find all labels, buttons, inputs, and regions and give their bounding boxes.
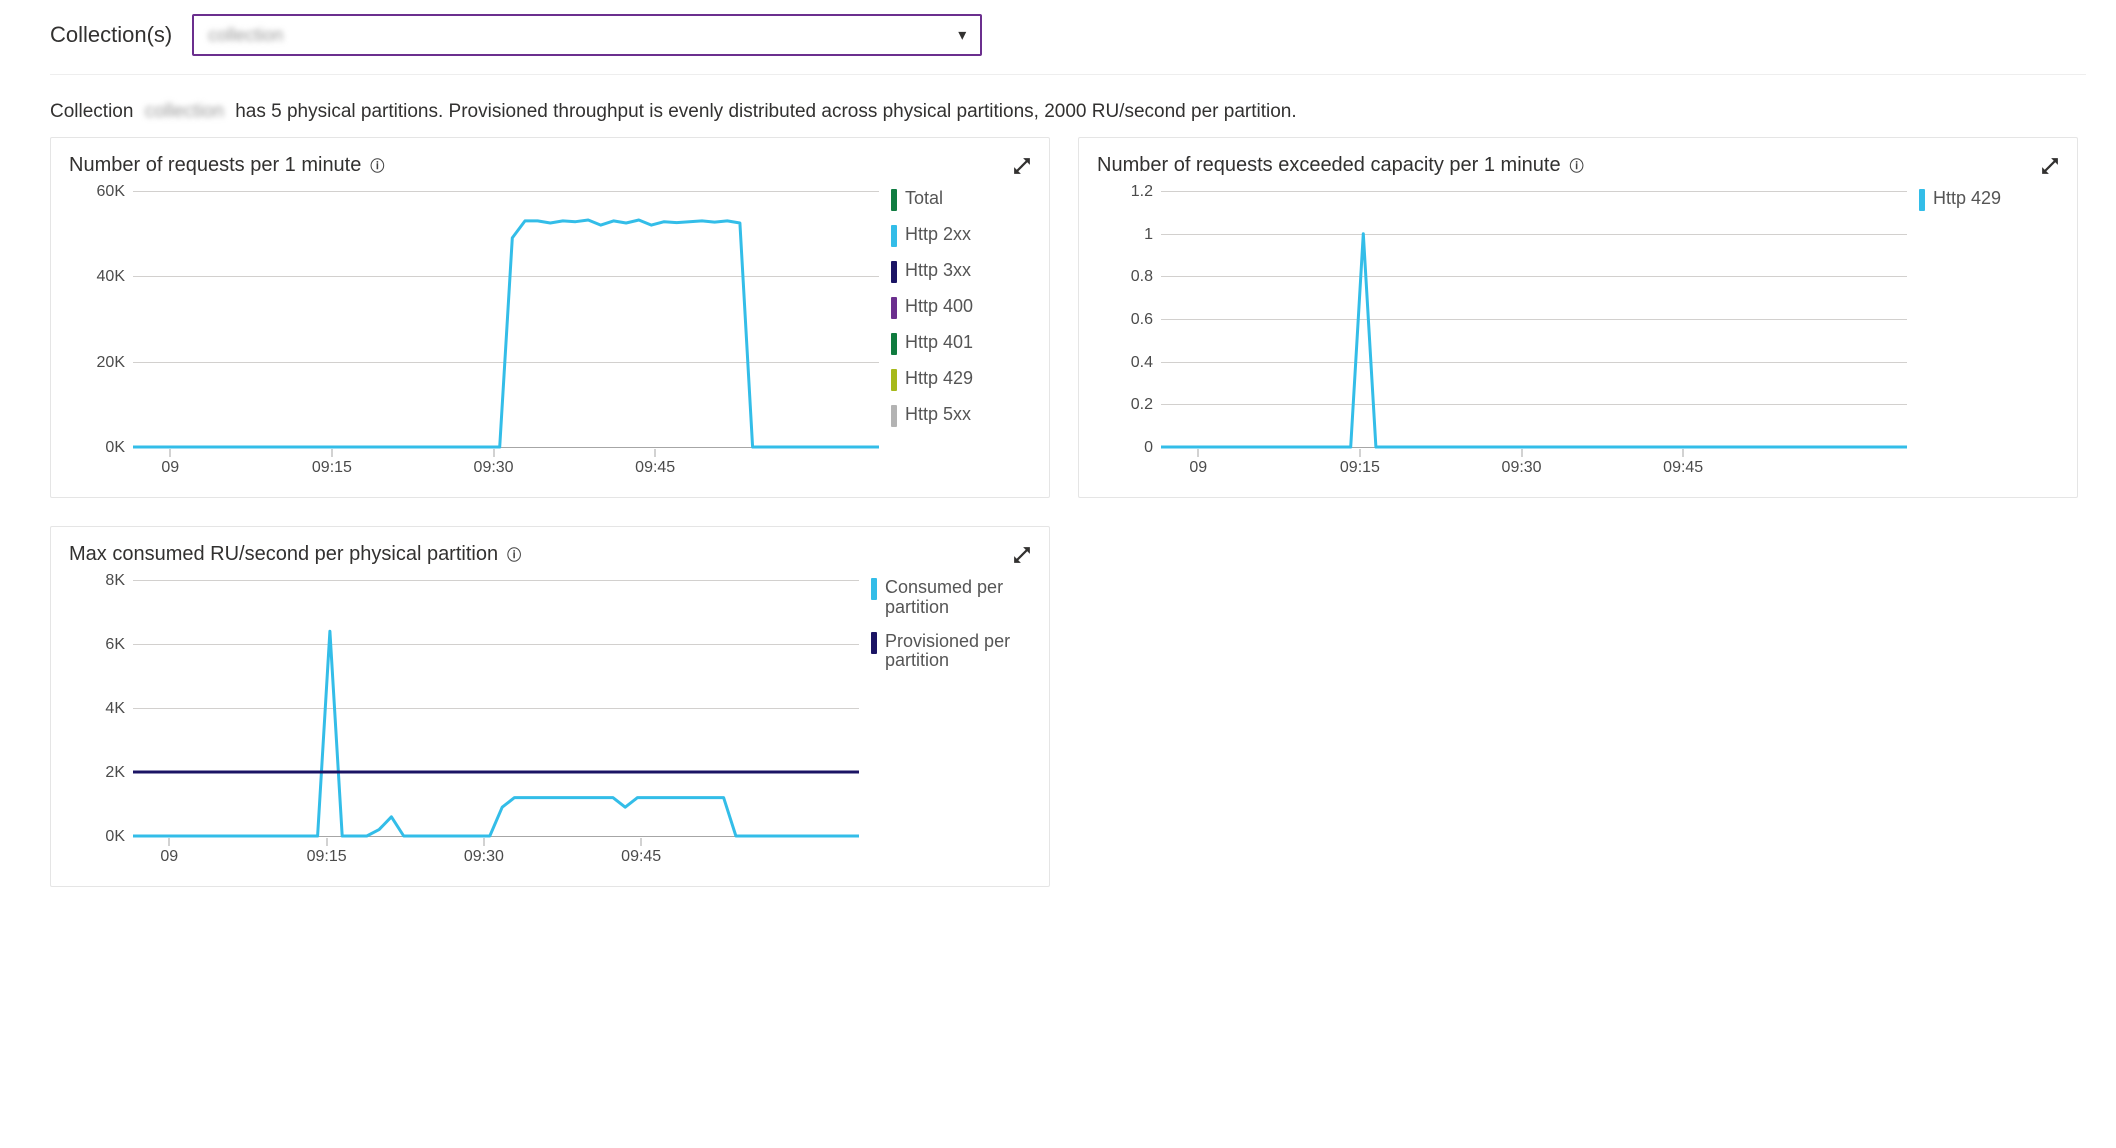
x-tick-label: 09 (160, 848, 178, 866)
x-tick-label: 09:15 (1340, 459, 1380, 477)
x-tick-label: 09 (1189, 459, 1207, 477)
legend-label: Http 429 (905, 369, 973, 389)
legend-swatch (891, 369, 897, 391)
panel-requests-head: Number of requests per 1 minute ⓘ (69, 154, 1031, 177)
legend-swatch (891, 405, 897, 427)
legend-item[interactable]: Http 429 (891, 369, 1031, 391)
y-tick-label: 6K (105, 636, 125, 654)
legend-swatch (1919, 189, 1925, 211)
x-tick-label: 09:45 (621, 848, 661, 866)
legend-swatch (891, 189, 897, 211)
x-tick-label: 09:30 (1502, 459, 1542, 477)
legend-label: Http 2xx (905, 225, 971, 245)
panel-exceeded-head: Number of requests exceeded capacity per… (1097, 154, 2059, 177)
legend-item[interactable]: Http 401 (891, 333, 1031, 355)
y-tick-label: 0 (1144, 439, 1153, 457)
x-tick-label: 09:30 (464, 848, 504, 866)
summary-collection-name: collection (145, 101, 224, 123)
legend-ru: Consumed per partition Provisioned per pa… (871, 572, 1031, 872)
chart-requests: 0K 20K 40K 60K 09 09:15 09:30 09:45 (69, 183, 883, 483)
y-tick-label: 0.2 (1131, 396, 1153, 414)
y-tick-label: 60K (97, 183, 125, 201)
panel-requests: Number of requests per 1 minute ⓘ 0K 20K 4… (50, 137, 1050, 498)
info-icon[interactable]: ⓘ (506, 547, 522, 563)
legend-swatch (891, 261, 897, 283)
panel-ru-head: Max consumed RU/second per physical part… (69, 543, 1031, 566)
x-tick-label: 09 (161, 459, 179, 477)
expand-icon[interactable] (1013, 546, 1031, 564)
legend-label: Total (905, 189, 943, 209)
summary-rest: has 5 physical partitions. Provisioned t… (235, 101, 1296, 122)
legend-item[interactable]: Http 429 (1919, 189, 2059, 211)
y-tick-label: 8K (105, 572, 125, 590)
y-tick-label: 0K (105, 439, 125, 457)
legend-label: Http 3xx (905, 261, 971, 281)
y-tick-label: 1 (1144, 226, 1153, 244)
legend-exceeded: Http 429 (1919, 183, 2059, 483)
legend-label: Http 400 (905, 297, 973, 317)
x-tick-label: 09:30 (474, 459, 514, 477)
y-tick-label: 20K (97, 354, 125, 372)
info-icon[interactable]: ⓘ (1569, 158, 1585, 174)
throughput-summary: Collection collection has 5 physical par… (50, 101, 2086, 123)
y-tick-label: 4K (105, 700, 125, 718)
expand-icon[interactable] (1013, 157, 1031, 175)
legend-label: Http 401 (905, 333, 973, 353)
x-tick-label: 09:15 (312, 459, 352, 477)
panel-ru: Max consumed RU/second per physical part… (50, 526, 1050, 887)
legend-requests: Total Http 2xx Http 3xx Http 400 Http 401 Htt… (891, 183, 1031, 483)
legend-item[interactable]: Http 5xx (891, 405, 1031, 427)
legend-item[interactable]: Http 2xx (891, 225, 1031, 247)
legend-label: Http 5xx (905, 405, 971, 425)
panel-requests-title: Number of requests per 1 minute (69, 154, 361, 177)
y-tick-label: 0.6 (1131, 311, 1153, 329)
x-tick-label: 09:15 (307, 848, 347, 866)
legend-label: Http 429 (1933, 189, 2001, 209)
y-tick-label: 0.4 (1131, 354, 1153, 372)
chart-exceeded: 0 0.2 0.4 0.6 0.8 1 1.2 09 09:15 09:30 09:45 (1097, 183, 1911, 483)
legend-swatch (891, 333, 897, 355)
legend-item[interactable]: Consumed per partition (871, 578, 1031, 618)
legend-label: Consumed per partition (885, 578, 1031, 618)
chart-ru: 0K 2K 4K 6K 8K 09 09:15 09:30 09:45 (69, 572, 863, 872)
toolbar: Collection(s) collection ▾ (50, 10, 2086, 75)
panel-exceeded-title: Number of requests exceeded capacity per… (1097, 154, 1561, 177)
collections-select[interactable]: collection ▾ (192, 14, 982, 56)
legend-swatch (871, 578, 877, 600)
legend-item[interactable]: Http 3xx (891, 261, 1031, 283)
panel-ru-title: Max consumed RU/second per physical part… (69, 543, 498, 566)
legend-item[interactable]: Http 400 (891, 297, 1031, 319)
charts-grid: Number of requests per 1 minute ⓘ 0K 20K 4… (50, 137, 2086, 887)
legend-item[interactable]: Total (891, 189, 1031, 211)
y-tick-label: 0K (105, 828, 125, 846)
panel-exceeded: Number of requests exceeded capacity per… (1078, 137, 2078, 498)
legend-label: Provisioned per partition (885, 632, 1031, 672)
y-tick-label: 1.2 (1131, 183, 1153, 201)
summary-prefix: Collection (50, 101, 133, 122)
legend-swatch (891, 225, 897, 247)
info-icon[interactable]: ⓘ (369, 158, 385, 174)
y-tick-label: 40K (97, 268, 125, 286)
legend-item[interactable]: Provisioned per partition (871, 632, 1031, 672)
y-tick-label: 2K (105, 764, 125, 782)
legend-swatch (891, 297, 897, 319)
x-tick-label: 09:45 (635, 459, 675, 477)
collections-select-value: collection (208, 25, 958, 46)
legend-swatch (871, 632, 877, 654)
expand-icon[interactable] (2041, 157, 2059, 175)
chevron-down-icon: ▾ (958, 25, 966, 45)
x-tick-label: 09:45 (1663, 459, 1703, 477)
y-tick-label: 0.8 (1131, 268, 1153, 286)
collections-label: Collection(s) (50, 22, 172, 48)
